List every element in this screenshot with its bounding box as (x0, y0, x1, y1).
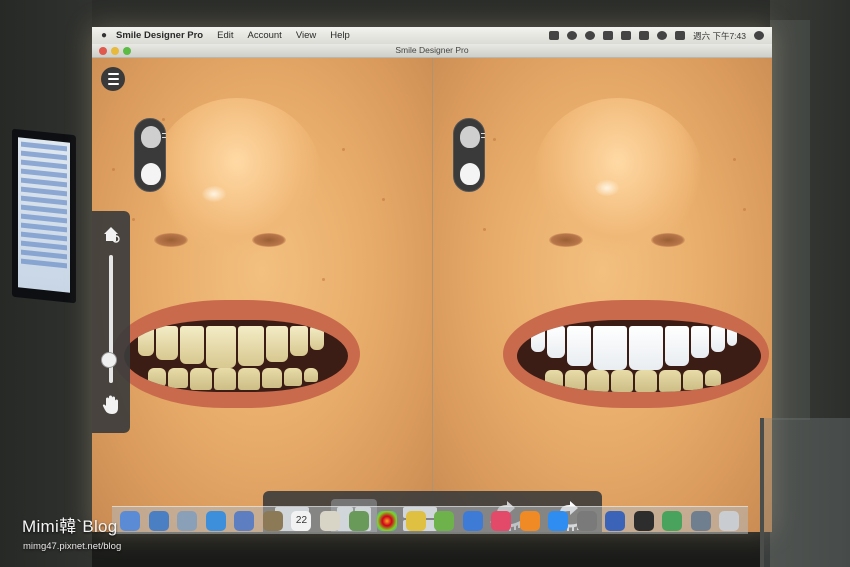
face-solid-icon[interactable] (141, 163, 161, 185)
glass-post (770, 20, 810, 420)
window-title: Smile Designer Pro (395, 45, 469, 55)
music-icon[interactable] (491, 510, 512, 531)
face-toggle-left[interactable] (134, 118, 166, 192)
siri-icon[interactable] (148, 510, 169, 531)
reminders-icon[interactable] (319, 510, 340, 531)
adobe-icon[interactable] (549, 31, 560, 40)
watermark-url: mimg47.pixnet.net/blog (23, 541, 122, 552)
hamburger-menu-button[interactable] (101, 67, 125, 91)
zoom-slider-knob[interactable] (101, 351, 117, 368)
photos-icon[interactable] (377, 510, 398, 531)
trash-icon[interactable] (719, 510, 740, 531)
app-store-icon[interactable] (548, 510, 569, 531)
zoom-panel (92, 211, 130, 433)
bluetooth-icon[interactable] (639, 31, 650, 40)
mouth-after (517, 320, 761, 392)
safari-icon[interactable] (205, 510, 226, 531)
nostril-right (651, 233, 685, 247)
downloads-icon[interactable] (690, 510, 711, 531)
finder-icon[interactable] (120, 510, 141, 531)
menu-edit[interactable]: Edit (217, 30, 233, 41)
search-icon[interactable] (754, 31, 764, 40)
menubar-clock[interactable]: 週六 下午7:43 (693, 30, 746, 42)
menubar: ● Smile Designer Pro Edit Account View H… (92, 27, 772, 44)
nostril-left (154, 233, 188, 247)
face-outline-icon[interactable] (460, 126, 485, 148)
side-monitor (12, 128, 76, 304)
books-icon[interactable] (519, 510, 540, 531)
menu-help[interactable]: Help (330, 30, 350, 41)
menu-view[interactable]: View (296, 30, 316, 41)
nostril-right (252, 233, 286, 247)
calendar-icon[interactable]: 22 (291, 510, 312, 531)
menubar-app-name[interactable]: Smile Designer Pro (116, 30, 203, 41)
menu-account[interactable]: Account (248, 30, 282, 41)
pages-icon[interactable] (405, 510, 426, 531)
projected-screen: ● Smile Designer Pro Edit Account View H… (92, 27, 772, 532)
system-preferences-icon[interactable] (576, 510, 597, 531)
window-titlebar: Smile Designer Pro (92, 44, 772, 58)
numbers-icon[interactable] (434, 510, 455, 531)
eye-icon[interactable] (567, 31, 578, 40)
launchpad-icon[interactable] (177, 510, 198, 531)
menubar-status: 週六 下午7:43 (549, 27, 764, 44)
face-outline-icon[interactable] (141, 126, 166, 148)
nose-highlight (595, 180, 619, 196)
face-toggle-right[interactable] (453, 118, 485, 192)
lower-teeth-after (545, 370, 721, 392)
glass-reflection (760, 418, 850, 567)
keynote-icon[interactable] (462, 510, 483, 531)
upper-teeth-before (138, 326, 324, 368)
notes-icon[interactable] (262, 510, 283, 531)
photo-canvas[interactable] (92, 58, 772, 532)
quicktime-icon[interactable] (605, 510, 626, 531)
wifi-icon[interactable] (657, 31, 668, 40)
nostril-left (549, 233, 583, 247)
window-icon[interactable] (603, 31, 614, 40)
preview-icon[interactable] (348, 510, 369, 531)
watermark-name: Mimi韓`Blog (22, 517, 118, 536)
nose-highlight (202, 186, 226, 202)
home-zoom-icon[interactable] (102, 225, 120, 243)
network-icon[interactable] (662, 510, 683, 531)
photo-scene: ● Smile Designer Pro Edit Account View H… (0, 0, 850, 567)
airplay-icon[interactable] (621, 31, 632, 40)
hand-pan-icon[interactable] (102, 394, 120, 416)
smile-designer-dock-icon[interactable] (633, 510, 654, 531)
hamburger-icon (107, 73, 119, 75)
input-source-icon[interactable] (675, 31, 686, 40)
mouth-before (124, 320, 348, 392)
face-solid-icon[interactable] (460, 163, 480, 185)
upper-teeth-after (531, 326, 737, 370)
photo-browser-icon[interactable] (234, 510, 255, 531)
apple-icon[interactable]: ● (92, 30, 116, 41)
dock: 22 (112, 506, 748, 534)
lower-teeth-before (148, 368, 318, 390)
alien-icon[interactable] (585, 31, 596, 40)
